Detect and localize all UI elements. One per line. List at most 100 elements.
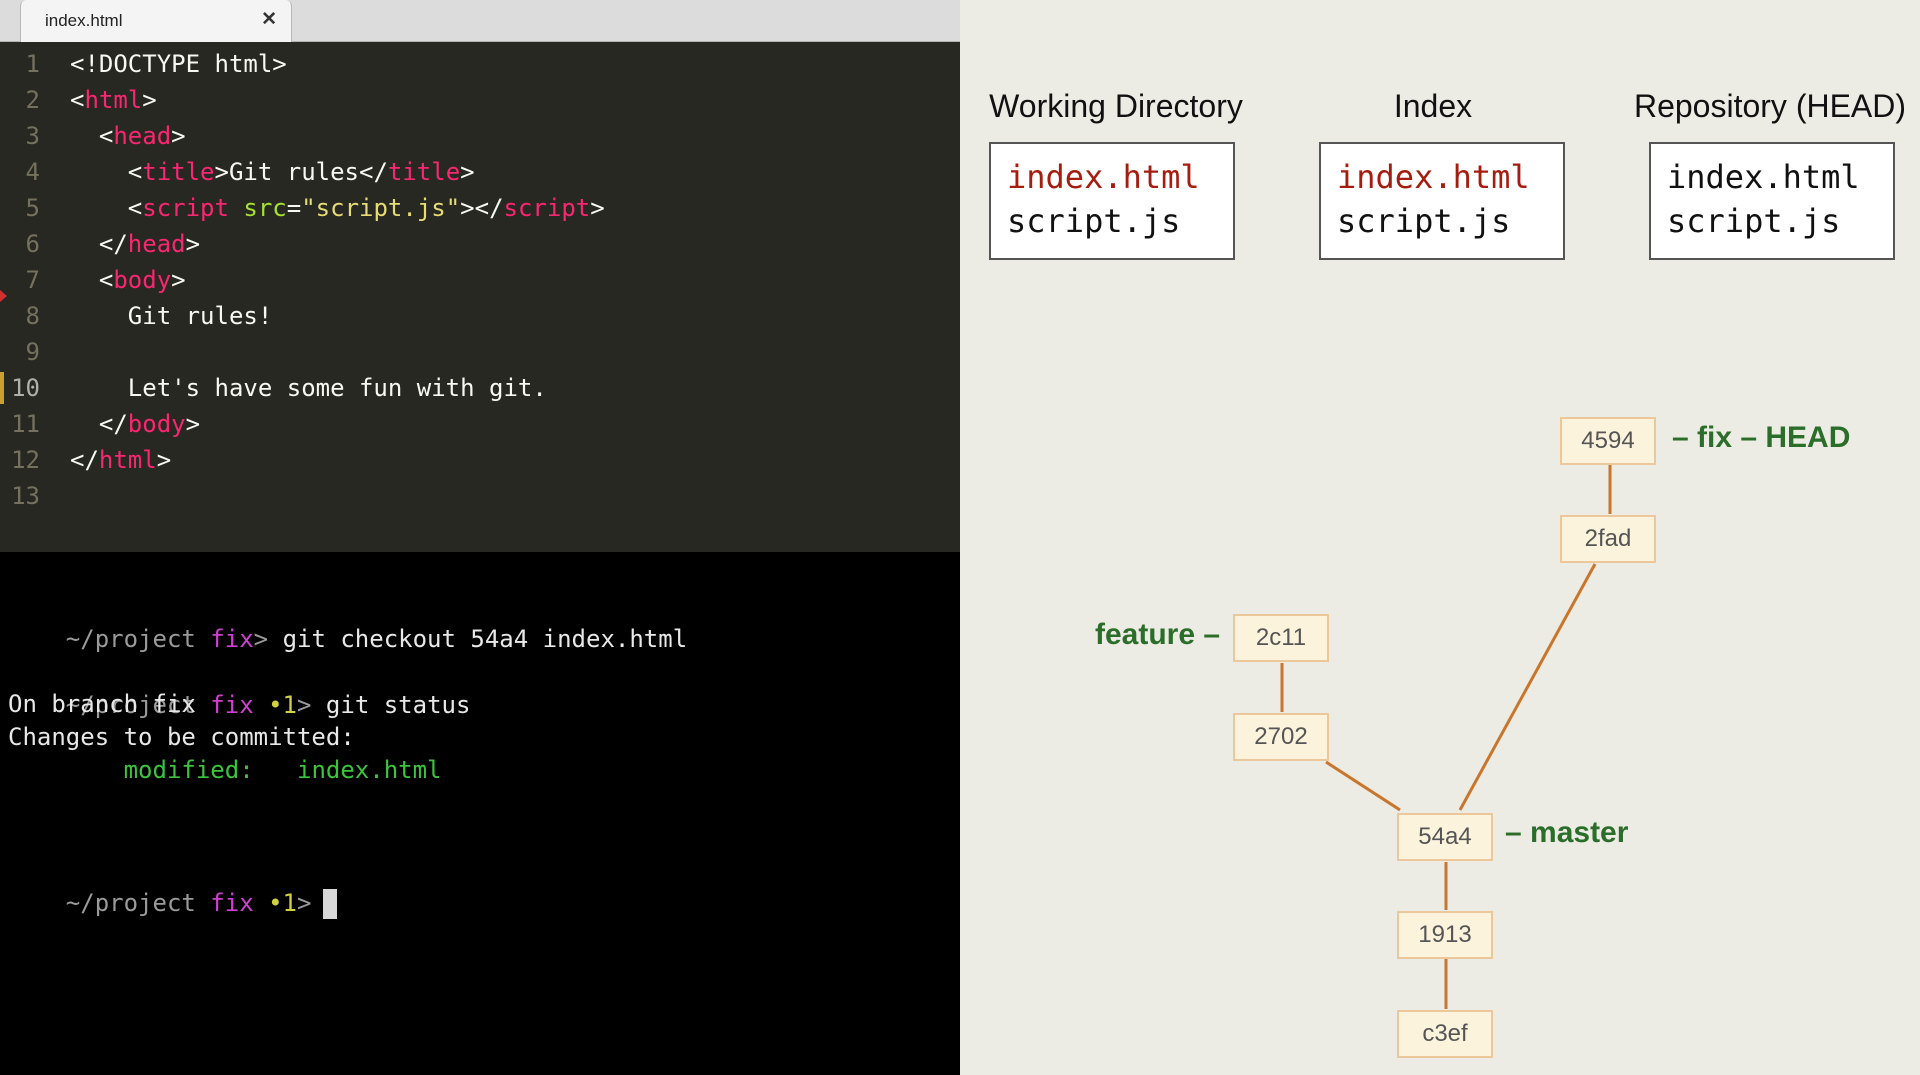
code-line[interactable]: 11 </body> [0, 406, 960, 442]
code-token: > [171, 122, 186, 150]
code-text: <head> [70, 118, 186, 154]
prompt-symbol: > [297, 889, 312, 917]
code-token: src [243, 194, 287, 222]
line-number: 6 [25, 230, 40, 258]
commit-2702: 2702 [1233, 713, 1329, 761]
tab-label: index.html [45, 11, 123, 30]
terminal-output: modified: index.html [8, 753, 442, 787]
ref-master: – master [1505, 816, 1629, 849]
line-number: 9 [25, 338, 40, 366]
commit-c3ef: c3ef [1397, 1010, 1493, 1058]
ref-feature: feature – [1095, 618, 1221, 651]
code-token: > [185, 410, 201, 438]
code-token: < [70, 266, 114, 294]
code-line[interactable]: 1 <!DOCTYPE html> [0, 46, 960, 82]
line-number: 3 [25, 122, 40, 150]
terminal-line-command: ~/project fix> git checkout 54a4 index.h… [8, 588, 687, 653]
prompt-path: ~/project [65, 889, 196, 917]
line-number: 4 [25, 158, 40, 186]
code-token: < [70, 86, 85, 114]
close-icon[interactable]: ✕ [261, 8, 277, 31]
commit-54a4: 54a4 [1397, 813, 1493, 861]
prompt-symbol: > [297, 691, 312, 719]
terminal-line-prompt: ~/project fix •1> [8, 852, 338, 919]
code-token: script [503, 194, 591, 222]
line-number: 12 [11, 446, 40, 474]
code-text: </head> [70, 226, 200, 262]
code-token: < [70, 194, 143, 222]
prompt-branch: fix [210, 625, 254, 653]
code-line[interactable]: 6 </head> [0, 226, 960, 262]
code-token: > [142, 86, 157, 114]
code-line[interactable]: 7 <body> [0, 262, 960, 298]
code-line[interactable]: 3 <head> [0, 118, 960, 154]
code-line[interactable]: 5 <script src="script.js"></script> [0, 190, 960, 226]
code-token: > [156, 446, 172, 474]
prompt-dirty-indicator: •1 [268, 889, 298, 917]
code-token: Git rules! [70, 302, 273, 330]
code-token: head [127, 230, 186, 258]
code-line[interactable]: 2 <html> [0, 82, 960, 118]
tab-index-html[interactable]: index.html ✕ [20, 0, 292, 42]
line-number: 1 [25, 50, 40, 78]
code-token: body [127, 410, 186, 438]
code-text: <title>Git rules</title> [70, 154, 475, 190]
code-token: <!DOCTYPE html> [70, 50, 287, 78]
code-line[interactable]: 13 [0, 478, 960, 514]
modified-line-indicator [0, 372, 4, 404]
prompt-dirty-indicator: •1 [268, 691, 298, 719]
code-text: <script src="script.js"></script> [70, 190, 605, 226]
commit-2c11: 2c11 [1233, 614, 1329, 662]
prompt-symbol: > [253, 625, 269, 653]
code-line[interactable]: 8 Git rules! [0, 298, 960, 334]
code-token: = [286, 194, 302, 222]
line-number: 5 [25, 194, 40, 222]
prompt-branch: fix [210, 691, 254, 719]
edge-2702-54a4 [1325, 760, 1401, 812]
code-token: ></ [460, 194, 504, 222]
code-token: </ [70, 446, 99, 474]
code-text: </html> [70, 442, 171, 478]
tab-bar: index.html ✕ [0, 0, 960, 42]
code-text: <!DOCTYPE html> [70, 46, 287, 82]
line-number: 10 [11, 374, 40, 402]
modified-label: modified: [123, 756, 254, 784]
prompt-path: ~/project [65, 625, 196, 653]
command-text: git status [325, 691, 471, 719]
terminal-output: Changes to be committed: [8, 723, 355, 751]
code-token: </ [70, 230, 128, 258]
line-number: 13 [11, 482, 40, 510]
code-token: script [142, 194, 229, 222]
line-number: 8 [25, 302, 40, 330]
code-line[interactable]: 12 </html> [0, 442, 960, 478]
line-number: 2 [25, 86, 40, 114]
terminal-output: On branch fix [8, 690, 196, 718]
code-token: html [98, 446, 157, 474]
code-line[interactable]: 10 Let's have some fun with git. [0, 370, 960, 406]
code-text: Let's have some fun with git. [70, 370, 547, 406]
edge-2fad-54a4 [1458, 563, 1597, 811]
terminal[interactable]: ~/project fix> git checkout 54a4 index.h… [0, 552, 960, 1075]
ref-fix-head: – fix – HEAD [1672, 421, 1851, 454]
code-token: head [113, 122, 172, 150]
code-line[interactable]: 9 [0, 334, 960, 370]
code-token: title [142, 158, 215, 186]
prompt-branch: fix [210, 889, 254, 917]
code-editor[interactable]: index.html ✕ 1 <!DOCTYPE html> 2 <html> 3 <h… [0, 0, 960, 552]
code-text: </body> [70, 406, 200, 442]
code-token: > [590, 194, 605, 222]
code-token: html [84, 86, 143, 114]
code-token: "script.js" [301, 194, 461, 222]
error-marker-icon [0, 290, 7, 302]
code-token: < [70, 158, 143, 186]
commit-1913: 1913 [1397, 911, 1493, 959]
code-token: >Git rules</ [214, 158, 388, 186]
code-text: Git rules! [70, 298, 273, 334]
code-token: Let's have some fun with git. [70, 374, 547, 402]
line-number: 11 [11, 410, 40, 438]
modified-file: index.html [297, 756, 442, 784]
code-area[interactable]: 1 <!DOCTYPE html> 2 <html> 3 <head> 4 <title>… [0, 46, 960, 552]
code-token: </ [70, 410, 128, 438]
code-line[interactable]: 4 <title>Git rules</title> [0, 154, 960, 190]
